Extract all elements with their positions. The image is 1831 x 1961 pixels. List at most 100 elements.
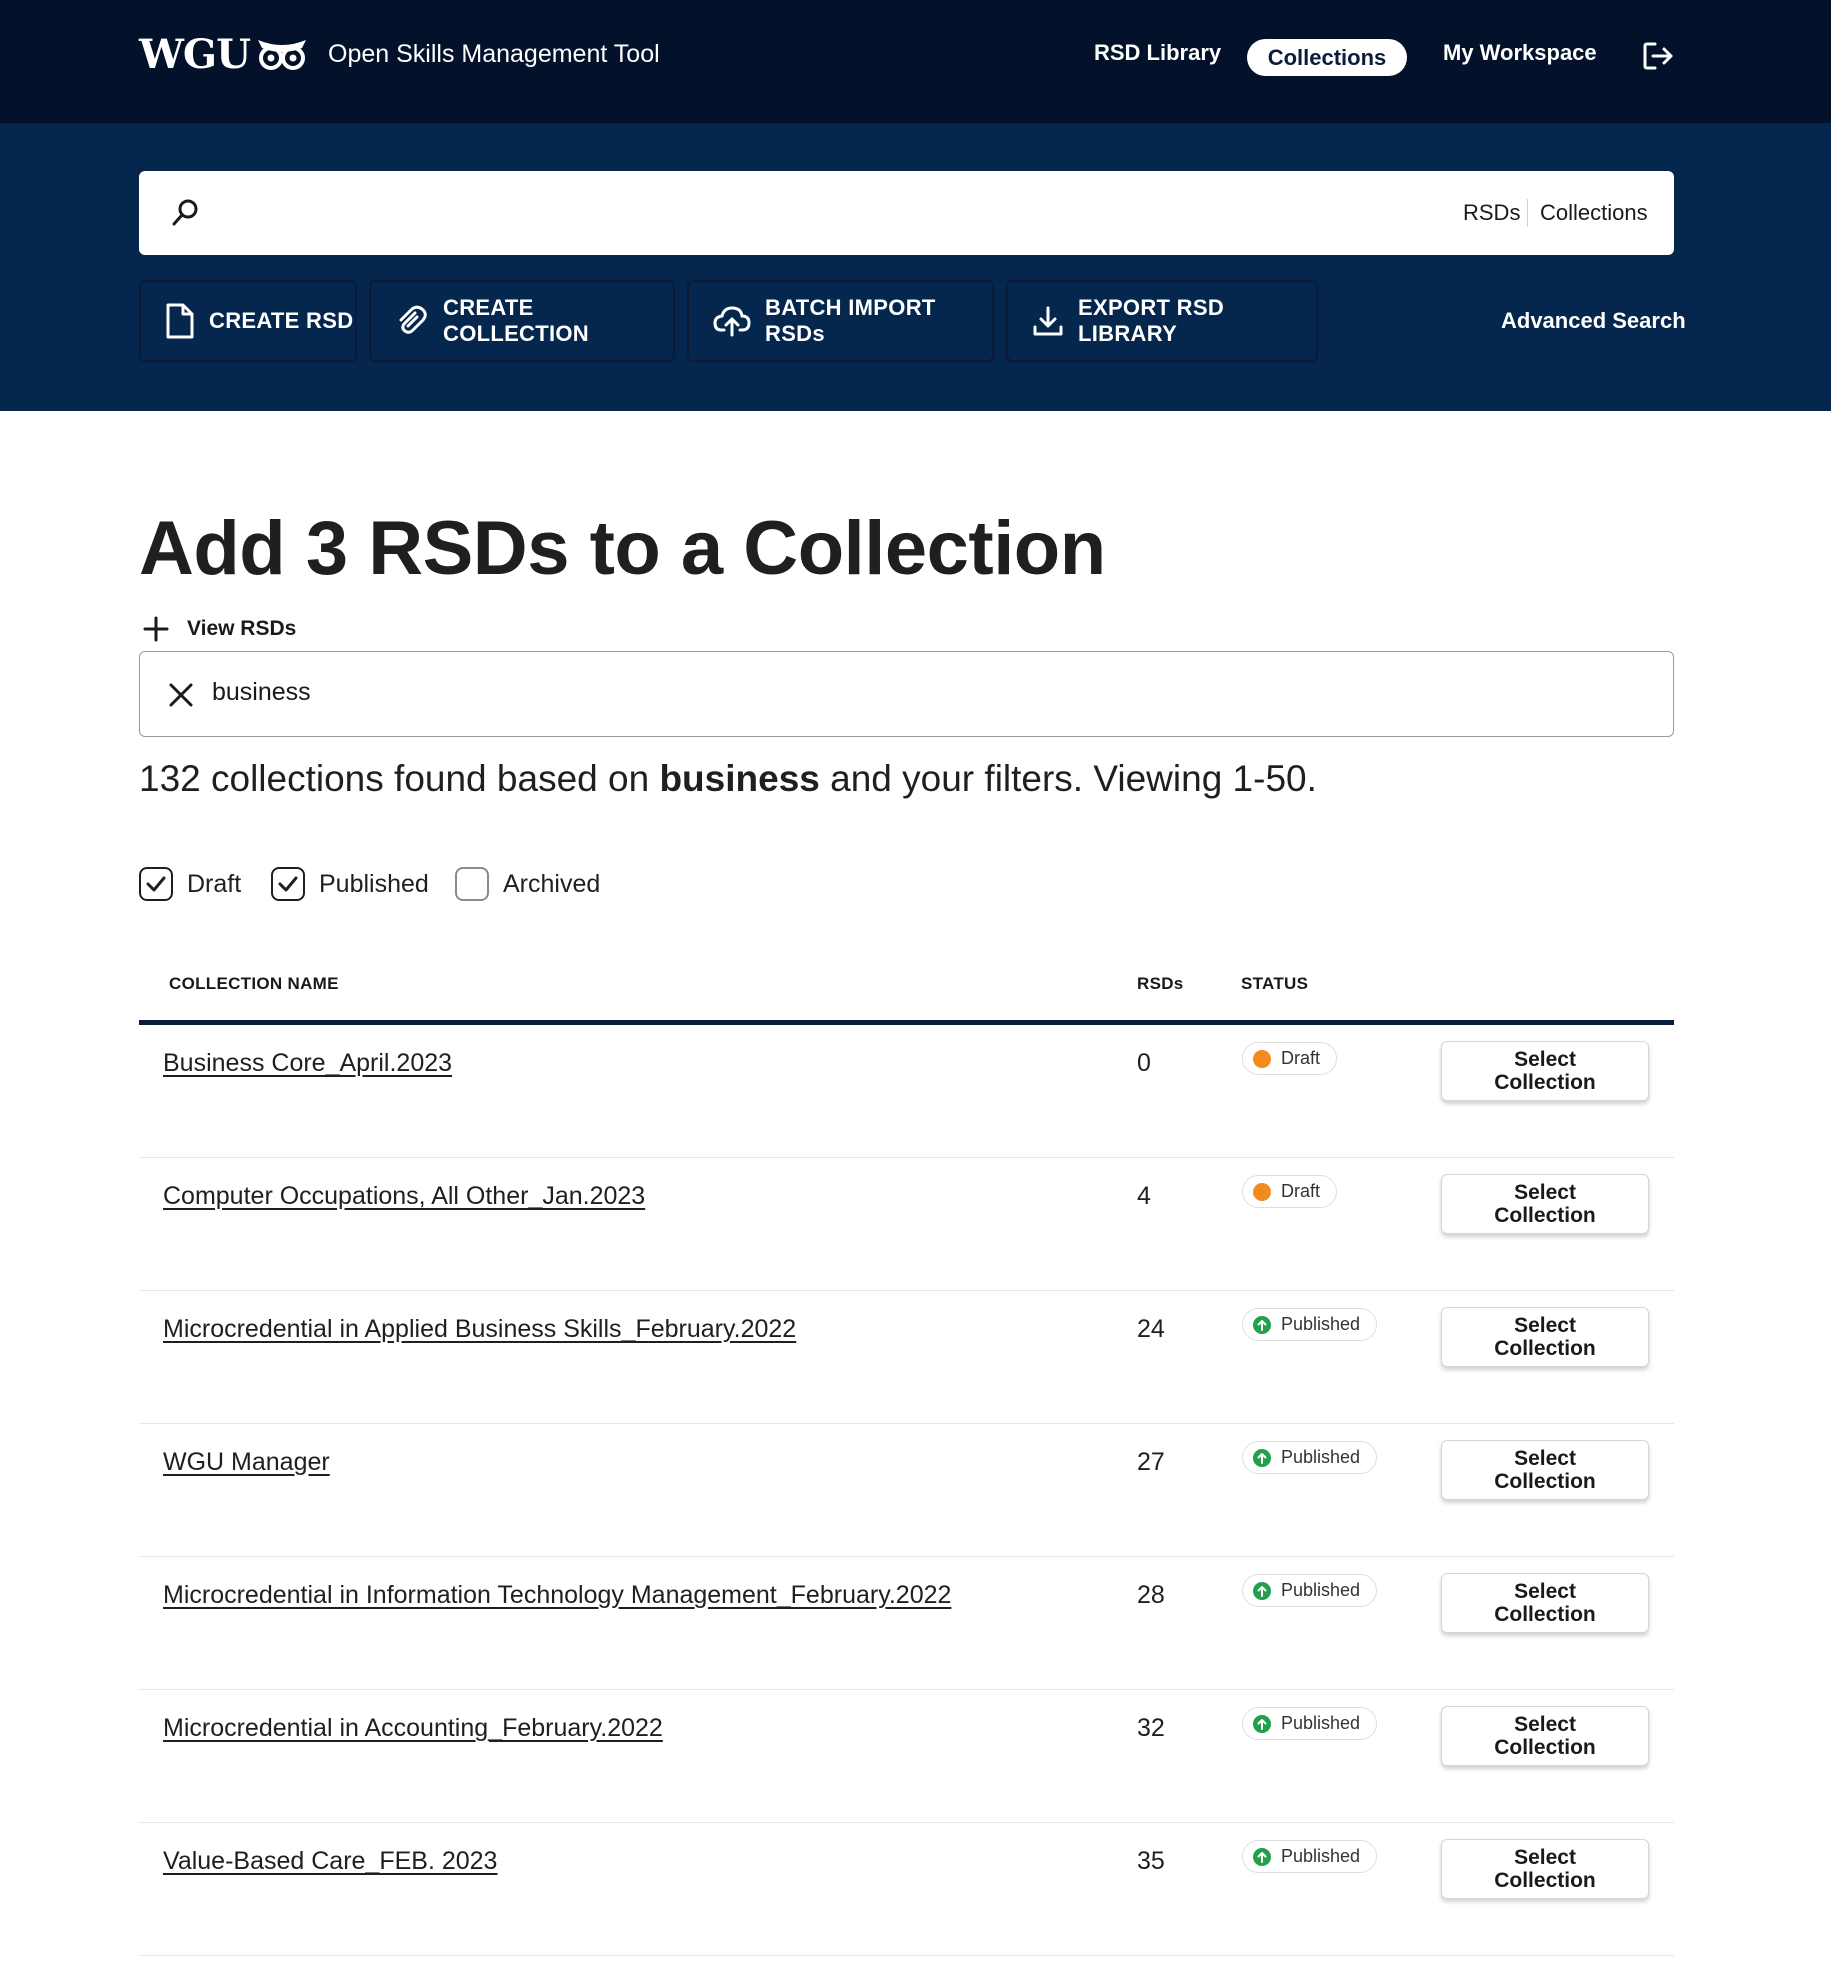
create-collection-button[interactable]: CREATE COLLECTION: [369, 280, 675, 362]
batch-import-label: BATCH IMPORT RSDs: [765, 295, 936, 346]
filter-archived-label: Archived: [503, 869, 601, 898]
batch-import-button[interactable]: BATCH IMPORT RSDs: [687, 280, 994, 362]
draft-status-icon: [1253, 1182, 1271, 1201]
export-library-label: EXPORT RSD LIBRARY: [1078, 295, 1225, 346]
nav-rsd-library[interactable]: RSD Library: [1094, 40, 1221, 66]
rsd-count: 32: [1137, 1714, 1165, 1742]
export-library-button[interactable]: EXPORT RSD LIBRARY: [1006, 280, 1318, 362]
published-status-icon: [1253, 1847, 1271, 1866]
checkbox-checked[interactable]: [139, 867, 173, 901]
nav-collections-active[interactable]: Collections: [1247, 39, 1407, 76]
column-header-name[interactable]: COLLECTION NAME: [169, 974, 339, 994]
table-row: Microcredential in Applied Business Skil…: [139, 1291, 1674, 1424]
plus-icon: [143, 616, 169, 642]
page-title: Add 3 RSDs to a Collection: [139, 506, 1106, 591]
published-status-icon: [1253, 1714, 1271, 1733]
published-status-icon: [1253, 1448, 1271, 1467]
published-status-icon: [1253, 1315, 1271, 1334]
collection-name-link[interactable]: Microcredential in Information Technolog…: [163, 1581, 951, 1610]
search-band: [0, 123, 1831, 411]
cloud-upload-icon: [713, 306, 751, 337]
results-summary: 132 collections found based on business …: [139, 758, 1317, 800]
select-collection-button[interactable]: Select Collection: [1441, 1440, 1649, 1500]
summary-term: business: [659, 758, 820, 799]
status-badge: Published: [1242, 1707, 1378, 1740]
app-title: Open Skills Management Tool: [328, 40, 660, 68]
create-rsd-button[interactable]: CREATE RSD: [139, 280, 357, 362]
close-icon[interactable]: [168, 682, 194, 708]
owl-logo-icon: [257, 40, 306, 70]
status-badge: Draft: [1242, 1175, 1338, 1208]
checkmark-icon: [278, 876, 298, 892]
logout-icon[interactable]: [1641, 39, 1675, 73]
search-scope-collections[interactable]: Collections: [1540, 200, 1648, 226]
create-rsd-label: CREATE RSD: [209, 308, 354, 333]
search-icon: [172, 199, 198, 226]
collection-name-link[interactable]: Business Core_April.2023: [163, 1049, 452, 1078]
draft-status-icon: [1253, 1049, 1271, 1068]
select-collection-button[interactable]: Select Collection: [1441, 1706, 1649, 1766]
select-collection-button[interactable]: Select Collection: [1441, 1573, 1649, 1633]
collection-filter-field[interactable]: business: [139, 651, 1674, 737]
status-badge: Draft: [1242, 1042, 1338, 1075]
download-icon: [1033, 306, 1063, 336]
status-label: Draft: [1281, 1181, 1321, 1201]
summary-prefix: 132 collections found based on: [139, 758, 650, 799]
create-collection-label: CREATE COLLECTION: [443, 295, 589, 346]
filter-published-label: Published: [319, 869, 429, 898]
table-row: Computer Occupations, All Other_Jan.2023…: [139, 1158, 1674, 1291]
column-header-rsds[interactable]: RSDs: [1137, 974, 1184, 994]
table-row: Microcredential in Information Technolog…: [139, 1557, 1674, 1690]
view-rsds-label: View RSDs: [187, 617, 297, 640]
filter-value[interactable]: business: [212, 678, 311, 707]
column-header-status[interactable]: STATUS: [1241, 974, 1308, 994]
view-rsds-toggle[interactable]: View RSDs: [143, 616, 296, 642]
advanced-search-link[interactable]: Advanced Search: [1501, 308, 1686, 334]
status-label: Published: [1281, 1314, 1361, 1334]
rsd-count: 35: [1137, 1847, 1165, 1875]
collection-name-link[interactable]: Computer Occupations, All Other_Jan.2023: [163, 1182, 645, 1211]
select-collection-button[interactable]: Select Collection: [1441, 1174, 1649, 1234]
search-scope-rsds[interactable]: RSDs: [1463, 200, 1520, 226]
status-badge: Published: [1242, 1308, 1378, 1341]
table-row: WGU Manager 27 Published Select Collecti…: [139, 1424, 1674, 1557]
status-badge: Published: [1242, 1441, 1378, 1474]
select-collection-button[interactable]: Select Collection: [1441, 1041, 1649, 1101]
collection-name-link[interactable]: Value-Based Care_FEB. 2023: [163, 1847, 497, 1876]
filter-archived-checkbox[interactable]: Archived: [455, 867, 600, 901]
wgu-logo[interactable]: WGU: [139, 30, 308, 78]
rsd-count: 24: [1137, 1315, 1165, 1343]
rsd-count: 0: [1137, 1049, 1151, 1077]
status-label: Draft: [1281, 1048, 1321, 1068]
rsd-count: 28: [1137, 1581, 1165, 1609]
rsd-count: 27: [1137, 1448, 1165, 1476]
select-collection-button[interactable]: Select Collection: [1441, 1839, 1649, 1899]
collection-name-link[interactable]: Microcredential in Applied Business Skil…: [163, 1315, 796, 1344]
table-row: Business Core_April.2023 0 Draft Select …: [139, 1025, 1674, 1158]
select-collection-button[interactable]: Select Collection: [1441, 1307, 1649, 1367]
checkbox-checked[interactable]: [271, 867, 305, 901]
search-input[interactable]: [219, 191, 1473, 237]
status-label: Published: [1281, 1846, 1361, 1866]
nav-my-workspace[interactable]: My Workspace: [1443, 40, 1597, 66]
filter-draft-label: Draft: [187, 869, 242, 898]
status-badge: Published: [1242, 1840, 1378, 1873]
global-search-box: RSDs Collections: [139, 171, 1674, 255]
table-row: Value-Based Care_FEB. 2023 35 Published …: [139, 1823, 1674, 1956]
status-label: Published: [1281, 1580, 1361, 1600]
collection-name-link[interactable]: Microcredential in Accounting_February.2…: [163, 1714, 663, 1743]
table-row: Microcredential in Accounting_February.2…: [139, 1690, 1674, 1823]
status-badge: Published: [1242, 1574, 1378, 1607]
checkmark-icon: [146, 876, 166, 892]
document-icon: [166, 303, 194, 339]
summary-suffix: and your filters. Viewing 1-50.: [830, 758, 1317, 799]
collection-name-link[interactable]: WGU Manager: [163, 1448, 330, 1477]
published-status-icon: [1253, 1581, 1271, 1600]
logo-wordmark: WGU: [139, 30, 251, 78]
paperclip-icon: [399, 305, 427, 334]
checkbox-unchecked[interactable]: [455, 867, 489, 901]
rsd-count: 4: [1137, 1182, 1151, 1210]
filter-draft-checkbox[interactable]: Draft: [139, 867, 241, 901]
status-label: Published: [1281, 1447, 1361, 1467]
filter-published-checkbox[interactable]: Published: [271, 867, 429, 901]
